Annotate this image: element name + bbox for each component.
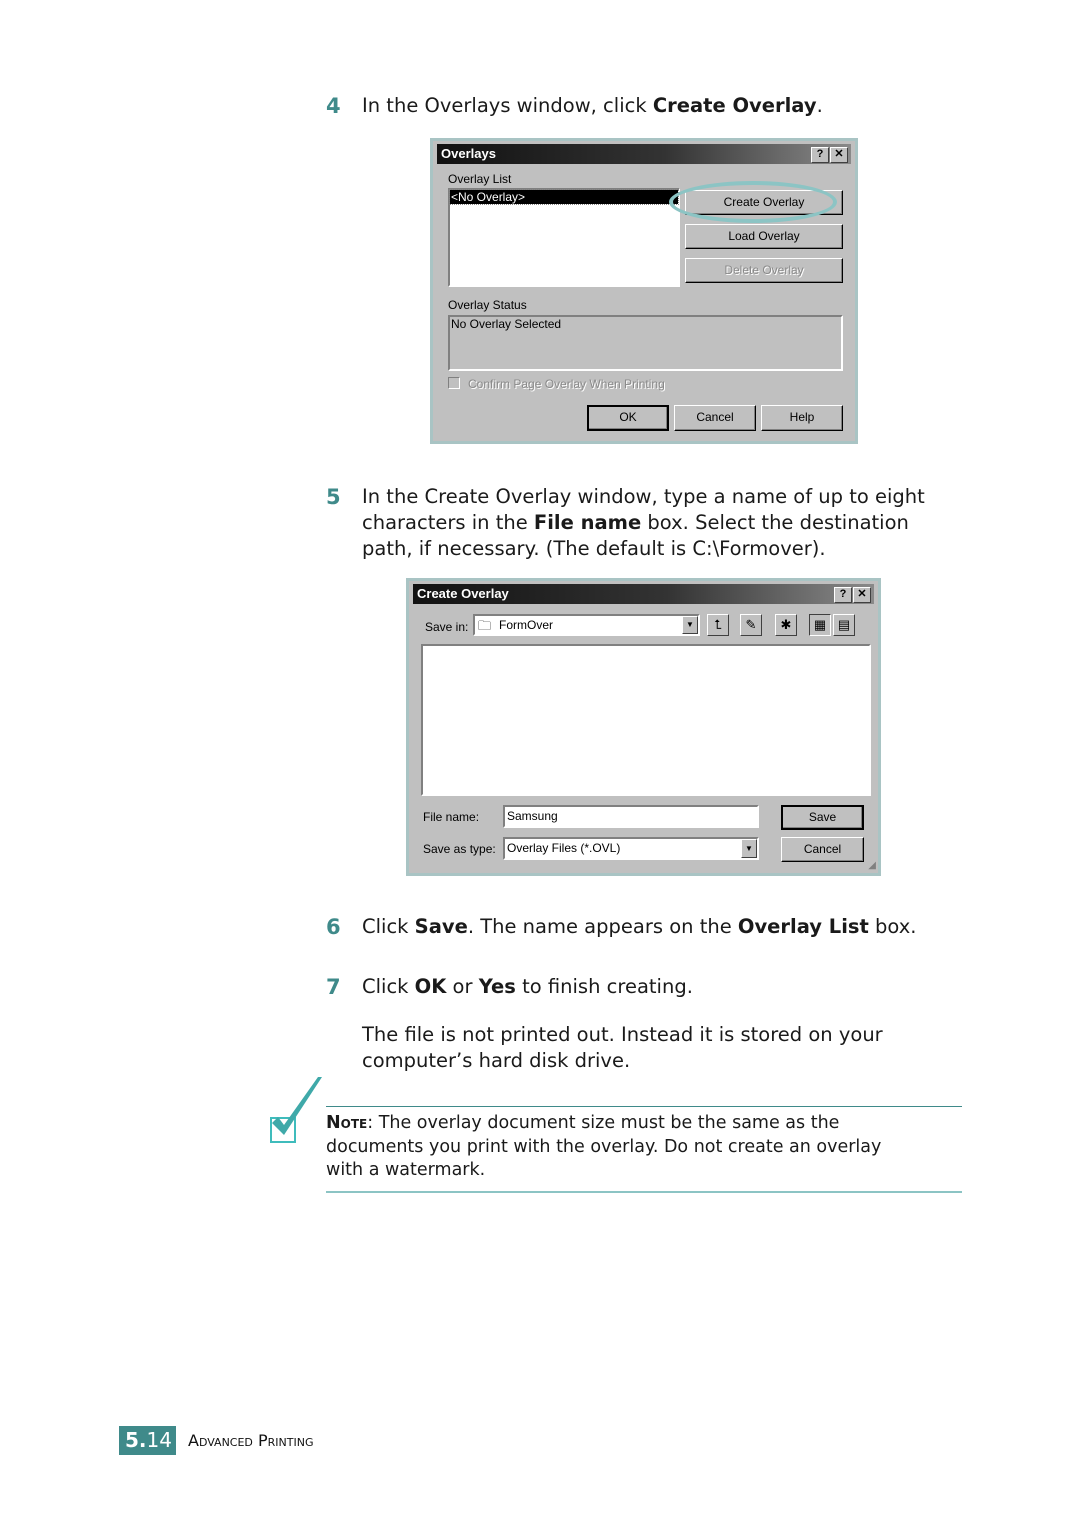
section-title: Advanced Printing [188, 1431, 314, 1450]
file-browser-area[interactable] [421, 644, 871, 796]
save-in-label: Save in: [425, 620, 469, 634]
status-text: No Overlay Selected [451, 317, 562, 331]
file-name-label: File name: [423, 810, 480, 824]
step-number: 5 [326, 485, 341, 509]
step-number: 6 [326, 915, 341, 939]
help-button[interactable]: Help [761, 405, 843, 431]
step-4: 4 In the Overlays window, click Create O… [326, 94, 823, 118]
save-in-dropdown[interactable]: 🗀 FormOver ▼ [473, 614, 700, 636]
step-6: 6 Click Save. The name appears on the Ov… [326, 915, 917, 939]
step-5: 5 In the Create Overlay window, type a n… [326, 485, 925, 560]
delete-overlay-button[interactable]: Delete Overlay [685, 258, 843, 283]
save-type-label: Save as type: [423, 842, 496, 856]
details-view-icon[interactable]: ▤ [833, 614, 855, 636]
help-title-button[interactable]: ? [834, 587, 852, 603]
close-button[interactable]: ✕ [830, 147, 848, 163]
overlay-status-box: No Overlay Selected [448, 315, 843, 371]
confirm-label: Confirm Page Overlay When Printing [468, 377, 665, 391]
cancel-button[interactable]: Cancel [674, 405, 756, 431]
step-7: 7 Click OK or Yes to finish creating. [326, 975, 693, 999]
step-7-paragraph: The file is not printed out. Instead it … [362, 1023, 883, 1072]
load-overlay-button[interactable]: Load Overlay [685, 224, 843, 249]
close-button[interactable]: ✕ [853, 587, 871, 603]
title-bar: Create Overlay ? ✕ [413, 584, 874, 604]
file-name-input[interactable]: Samsung [503, 805, 759, 828]
chevron-down-icon[interactable]: ▼ [682, 616, 698, 634]
highlight-ellipse [669, 181, 837, 223]
overlay-status-label: Overlay Status [448, 298, 527, 312]
note-label: Note [326, 1113, 368, 1133]
list-item[interactable]: <No Overlay> [449, 189, 679, 205]
confirm-checkbox[interactable] [448, 377, 460, 389]
overlay-list[interactable]: <No Overlay> [448, 188, 680, 287]
overlays-window: Overlays ? ✕ Overlay List <No Overlay> C… [430, 138, 858, 444]
ok-button[interactable]: OK [587, 405, 669, 431]
help-title-button[interactable]: ? [811, 147, 829, 163]
resize-grip-icon[interactable]: ◢ [868, 860, 876, 871]
cancel-button[interactable]: Cancel [781, 837, 864, 862]
note-bottom-rule [326, 1191, 962, 1193]
chevron-down-icon[interactable]: ▼ [741, 839, 757, 858]
desktop-icon[interactable]: ✎ [740, 614, 762, 636]
page-number-badge: 5.14 [119, 1426, 176, 1455]
new-folder-icon[interactable]: ✱ [775, 614, 797, 636]
list-view-icon[interactable]: ▦ [809, 614, 831, 636]
create-overlay-window: Create Overlay ? ✕ Save in: 🗀 FormOver ▼… [406, 578, 881, 876]
save-type-dropdown[interactable]: Overlay Files (*.OVL) ▼ [503, 837, 759, 860]
overlay-list-label: Overlay List [448, 172, 512, 186]
folder-icon: 🗀 [478, 618, 492, 633]
note-check-icon [268, 1075, 328, 1147]
step-number: 7 [326, 975, 341, 999]
title-bar: Overlays ? ✕ [437, 144, 851, 164]
note-top-rule [326, 1106, 962, 1107]
save-button[interactable]: Save [781, 805, 864, 830]
step-number: 4 [326, 94, 341, 118]
up-folder-icon[interactable]: ⮤ [707, 614, 729, 636]
note-text: Note: The overlay document size must be … [326, 1113, 882, 1180]
